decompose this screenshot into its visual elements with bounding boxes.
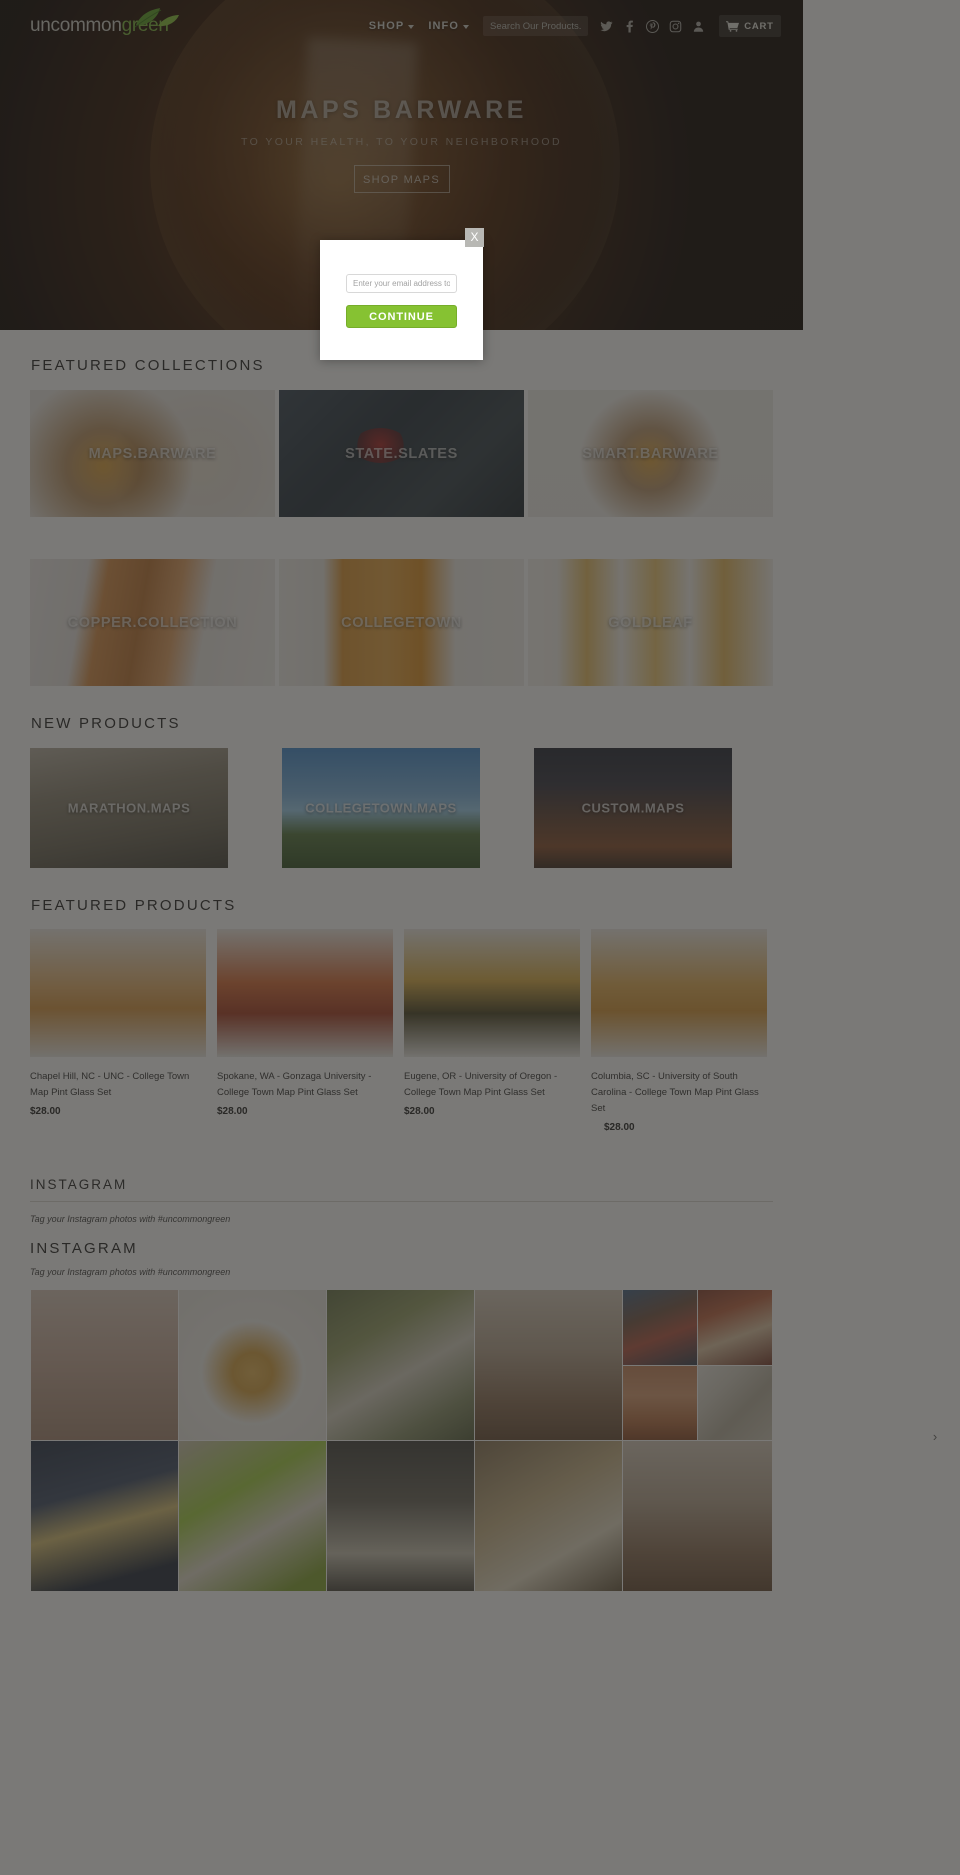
cart-button[interactable]: CART [719, 15, 781, 37]
product-price: $28.00 [404, 1106, 435, 1117]
shop-maps-button[interactable]: SHOP MAPS [353, 165, 450, 193]
instagram-tagline-1: Tag your Instagram photos with #uncommon… [30, 1214, 231, 1224]
product-price: $28.00 [217, 1106, 248, 1117]
instagram-photo[interactable] [475, 1290, 622, 1440]
featured-collections-row-2: COPPER.COLLECTION COLLEGETOWN GOLDLEAF [0, 559, 803, 686]
page-root: uncommongreen SHOP INFO CART [0, 0, 960, 1875]
featured-collections-row-1: MAPS.BARWARE STATE.SLATES SMART.BARWARE [0, 390, 803, 517]
instagram-section: INSTAGRAM Tag your Instagram photos with… [0, 1167, 948, 1620]
product-image [30, 929, 206, 1057]
nav-item-info-label: INFO [428, 20, 459, 32]
header-nav: SHOP INFO CART [369, 12, 781, 40]
product-card[interactable]: Eugene, OR - University of Oregon - Coll… [404, 929, 580, 1133]
shopping-cart-icon [726, 20, 740, 32]
collection-tile[interactable]: COPPER.COLLECTION [30, 559, 275, 686]
instagram-heading-1: INSTAGRAM [30, 1167, 773, 1202]
instagram-photo[interactable] [698, 1366, 772, 1440]
collection-label: SMART.BARWARE [582, 445, 719, 462]
collection-tile[interactable]: GOLDLEAF [528, 559, 773, 686]
pinterest-icon[interactable] [645, 18, 660, 35]
cart-label: CART [744, 20, 774, 32]
collection-tile[interactable]: SMART.BARWARE [528, 390, 773, 517]
collection-tile[interactable]: MAPS.BARWARE [30, 390, 275, 517]
instagram-photo[interactable] [475, 1441, 622, 1591]
new-products-section: NEW PRODUCTS MARATHON.MAPS COLLEGETOWN.M… [0, 686, 803, 868]
product-image [217, 929, 393, 1057]
instagram-photo[interactable] [179, 1290, 326, 1440]
new-products-title: NEW PRODUCTS [31, 715, 181, 732]
site-header: uncommongreen SHOP INFO CART [0, 0, 803, 52]
new-product-label: CUSTOM.MAPS [581, 800, 685, 816]
instagram-photo[interactable] [31, 1441, 178, 1591]
collection-tile[interactable]: COLLEGETOWN [279, 559, 524, 686]
logo-text-uncommon: uncommon [30, 15, 122, 36]
facebook-icon[interactable] [622, 18, 637, 35]
product-card[interactable]: Spokane, WA - Gonzaga University - Colle… [217, 929, 393, 1133]
new-product-tile[interactable]: CUSTOM.MAPS [534, 748, 732, 868]
nav-item-shop-label: SHOP [368, 20, 405, 32]
instagram-tagline-2: Tag your Instagram photos with #uncommon… [30, 1267, 231, 1277]
new-product-label: MARATHON.MAPS [67, 800, 191, 816]
product-price: $28.00 [604, 1122, 635, 1133]
instagram-photo[interactable] [623, 1366, 697, 1440]
account-icon[interactable] [691, 18, 706, 35]
new-product-label: COLLEGETOWN.MAPS [305, 800, 457, 816]
instagram-heading-2: INSTAGRAM [30, 1240, 138, 1257]
instagram-photo[interactable] [327, 1441, 474, 1591]
collection-tile[interactable]: STATE.SLATES [279, 390, 524, 517]
chevron-down-icon [408, 24, 415, 29]
new-product-tile[interactable]: MARATHON.MAPS [30, 748, 228, 868]
continue-button[interactable]: CONTINUE [346, 305, 457, 328]
instagram-photo[interactable] [623, 1290, 697, 1365]
instagram-next-arrow[interactable]: › [922, 1423, 948, 1449]
close-icon[interactable]: X [465, 228, 484, 247]
email-signup-modal: X CONTINUE [320, 228, 484, 360]
search-input[interactable] [483, 16, 588, 36]
featured-products-title: FEATURED PRODUCTS [31, 897, 237, 914]
product-price: $28.00 [30, 1106, 61, 1117]
collection-label: MAPS.BARWARE [88, 445, 217, 462]
new-products-row: MARATHON.MAPS COLLEGETOWN.MAPS CUSTOM.MA… [0, 748, 803, 868]
collection-label: GOLDLEAF [608, 614, 693, 631]
product-image [404, 929, 580, 1057]
product-name: Spokane, WA - Gonzaga University - Colle… [217, 1071, 372, 1098]
twitter-icon[interactable] [599, 18, 614, 35]
hero-title: MAPS BARWARE [275, 96, 528, 124]
product-card[interactable]: Columbia, SC - University of South Carol… [591, 929, 767, 1133]
product-card[interactable]: Chapel Hill, NC - UNC - College Town Map… [30, 929, 206, 1133]
chevron-down-icon [463, 24, 469, 29]
collection-label: COLLEGETOWN [341, 614, 462, 631]
email-field[interactable] [346, 274, 457, 293]
product-image [591, 929, 767, 1057]
instagram-photo[interactable] [31, 1290, 178, 1440]
featured-collections-section: FEATURED COLLECTIONS MAPS.BARWARE STATE.… [0, 330, 803, 686]
instagram-photo[interactable] [698, 1290, 772, 1365]
instagram-photo[interactable] [327, 1290, 474, 1440]
collection-label: COPPER.COLLECTION [67, 614, 238, 631]
leaf-icon [134, 8, 179, 28]
site-logo[interactable]: uncommongreen [30, 8, 180, 43]
new-product-tile[interactable]: COLLEGETOWN.MAPS [282, 748, 480, 868]
instagram-photo[interactable] [623, 1441, 772, 1591]
product-name: Chapel Hill, NC - UNC - College Town Map… [30, 1071, 190, 1098]
collection-label: STATE.SLATES [345, 445, 458, 462]
product-name: Eugene, OR - University of Oregon - Coll… [404, 1071, 558, 1098]
featured-products-row: Chapel Hill, NC - UNC - College Town Map… [0, 929, 803, 1133]
instagram-icon[interactable] [668, 18, 683, 35]
featured-products-section: FEATURED PRODUCTS Chapel Hill, NC - UNC … [0, 868, 803, 1133]
hero-subtitle: TO YOUR HEALTH, TO YOUR NEIGHBORHOOD [241, 136, 562, 148]
instagram-photo[interactable] [179, 1441, 326, 1591]
nav-item-shop[interactable]: SHOP [369, 20, 415, 32]
instagram-grid: › [0, 1290, 960, 1620]
product-name: Columbia, SC - University of South Carol… [591, 1071, 759, 1114]
nav-item-info[interactable]: INFO [428, 20, 469, 32]
